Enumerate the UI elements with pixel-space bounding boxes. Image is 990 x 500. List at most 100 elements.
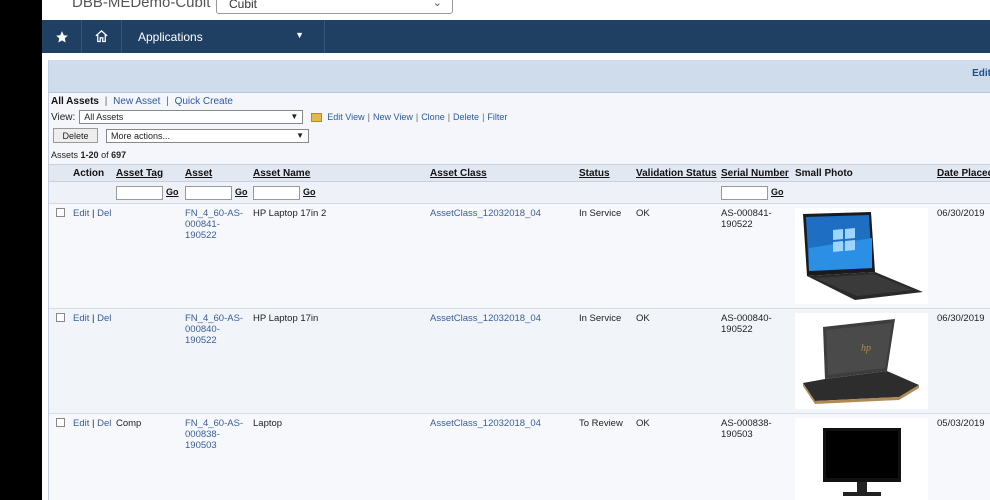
row-checkbox[interactable]: [56, 313, 65, 322]
col-validation-status[interactable]: Validation Status: [636, 168, 717, 179]
separator: |: [104, 96, 108, 107]
validation-cell: OK: [636, 208, 650, 219]
page-header: Edit: [49, 60, 990, 93]
asset-id-part: 190522: [185, 335, 217, 346]
col-status[interactable]: Status: [579, 168, 610, 179]
dropdown-arrow-icon: ▼: [290, 112, 299, 121]
delete-button[interactable]: Delete: [53, 128, 98, 143]
asset-filter-input[interactable]: [185, 186, 232, 200]
org-title: DBB-MEDemo-Cubit: [72, 0, 211, 11]
separator: |: [447, 112, 451, 122]
asset-tag-go-button[interactable]: Go: [166, 187, 179, 197]
delete-link[interactable]: Del: [97, 208, 111, 219]
table-header: Action Asset Tag Asset Asset Name Asset …: [49, 164, 990, 182]
asset-tag-filter-input[interactable]: [116, 186, 163, 200]
validation-cell: OK: [636, 313, 650, 324]
asset-class-link[interactable]: AssetClass_12032018_04: [430, 418, 541, 429]
record-count: Assets 1-20 of 697: [51, 150, 126, 160]
col-serial-number[interactable]: Serial Number: [721, 168, 789, 179]
date-placed-cell: 05/03/2019: [937, 418, 985, 429]
asset-class-link[interactable]: AssetClass_12032018_04: [430, 208, 541, 219]
clone-link[interactable]: Clone: [421, 112, 445, 122]
count-range: 1-20: [80, 150, 99, 160]
asset-link[interactable]: FN_4_60-AS- 000840- 190522: [185, 313, 243, 346]
table-row: Edit | Del FN_4_60-AS- 000841- 190522 HP…: [49, 204, 990, 309]
view-tabs: All Assets | New Asset | Quick Create: [51, 96, 233, 107]
asset-name-cell: HP Laptop 17in 2: [253, 208, 327, 219]
date-placed-cell: 06/30/2019: [937, 313, 985, 324]
asset-link[interactable]: FN_4_60-AS- 000841- 190522: [185, 208, 243, 241]
col-small-photo: Small Photo: [795, 168, 853, 179]
col-asset[interactable]: Asset: [185, 168, 212, 179]
asset-go-button[interactable]: Go: [235, 187, 248, 197]
col-date-placed[interactable]: Date Placed: [937, 168, 990, 179]
separator: |: [367, 112, 370, 122]
org-bar: DBB-MEDemo-Cubit Cubit ⌄: [42, 0, 990, 20]
asset-id-part: FN_4_60-AS-: [185, 313, 244, 324]
delete-link[interactable]: Del: [97, 418, 111, 429]
applications-label: Applications: [138, 29, 203, 44]
app-window: DBB-MEDemo-Cubit Cubit ⌄ Applications ▼ …: [42, 0, 990, 500]
filter-row: Go Go Go Go: [49, 182, 990, 204]
star-icon: [55, 30, 68, 43]
serial-part: 190522: [721, 324, 753, 335]
quick-create-link[interactable]: Quick Create: [175, 96, 233, 107]
table-row: Edit | Del Comp FN_4_60-AS- 000838- 1905…: [49, 414, 990, 500]
favorites-button[interactable]: [42, 20, 82, 53]
view-bar: View: All Assets ▼ Edit View | New View …: [51, 110, 507, 124]
status-cell: In Service: [579, 313, 622, 324]
serial-number-go-button[interactable]: Go: [771, 187, 784, 197]
col-asset-name[interactable]: Asset Name: [253, 168, 310, 179]
validation-cell: OK: [636, 418, 650, 429]
asset-class-link[interactable]: AssetClass_12032018_04: [430, 313, 541, 324]
new-view-link[interactable]: New View: [373, 112, 413, 122]
serial-number-filter-input[interactable]: [721, 186, 768, 200]
row-checkbox[interactable]: [56, 418, 65, 427]
nav-bar: Applications ▼: [42, 20, 990, 53]
status-cell: To Review: [579, 418, 623, 429]
separator: |: [415, 112, 419, 122]
actions-bar: Delete More actions... ▼: [53, 128, 309, 143]
count-prefix: Assets: [51, 150, 79, 160]
col-asset-class[interactable]: Asset Class: [430, 168, 487, 179]
edit-link[interactable]: Edit: [972, 68, 990, 79]
chevron-down-icon: ⌄: [432, 0, 442, 9]
edit-link[interactable]: Edit: [73, 418, 89, 429]
col-asset-tag[interactable]: Asset Tag: [116, 168, 163, 179]
delete-link[interactable]: Del: [97, 313, 111, 324]
asset-id-part: 190503: [185, 440, 217, 451]
laptop-dark-photo: hp: [795, 313, 928, 409]
edit-view-link[interactable]: Edit View: [327, 112, 364, 122]
count-of: of: [101, 150, 109, 160]
applications-menu[interactable]: Applications ▼: [122, 20, 325, 53]
serial-number-cell: AS-000838- 190503: [721, 418, 772, 440]
main-content: Edit All Assets | New Asset | Quick Crea…: [48, 60, 990, 500]
asset-id-part: FN_4_60-AS-: [185, 418, 244, 429]
asset-name-go-button[interactable]: Go: [303, 187, 316, 197]
asset-link[interactable]: FN_4_60-AS- 000838- 190503: [185, 418, 243, 451]
org-selector[interactable]: Cubit ⌄: [216, 0, 453, 14]
more-actions-select[interactable]: More actions... ▼: [106, 128, 309, 143]
asset-name-cell: HP Laptop 17in: [253, 313, 319, 324]
asset-id-part: 000841-: [185, 219, 220, 230]
delete-view-link[interactable]: Delete: [453, 112, 479, 122]
edit-link[interactable]: Edit: [73, 208, 89, 219]
status-cell: In Service: [579, 208, 622, 219]
more-actions-value: More actions...: [111, 130, 171, 141]
new-asset-link[interactable]: New Asset: [113, 96, 160, 107]
tab-all-assets[interactable]: All Assets: [51, 96, 99, 107]
org-selector-value: Cubit: [229, 0, 258, 11]
asset-name-cell: Laptop: [253, 418, 283, 429]
edit-link[interactable]: Edit: [73, 313, 89, 324]
row-checkbox[interactable]: [56, 208, 65, 217]
separator: |: [92, 418, 95, 429]
serial-number-cell: AS-000840- 190522: [721, 313, 772, 335]
serial-part: AS-000840-: [721, 313, 772, 324]
asset-name-filter-input[interactable]: [253, 186, 300, 200]
home-button[interactable]: [82, 20, 122, 53]
filter-link[interactable]: Filter: [487, 112, 507, 122]
asset-id-part: 000840-: [185, 324, 220, 335]
serial-number-cell: AS-000841- 190522: [721, 208, 772, 230]
view-select[interactable]: All Assets ▼: [79, 110, 304, 124]
view-select-value: All Assets: [84, 112, 124, 122]
